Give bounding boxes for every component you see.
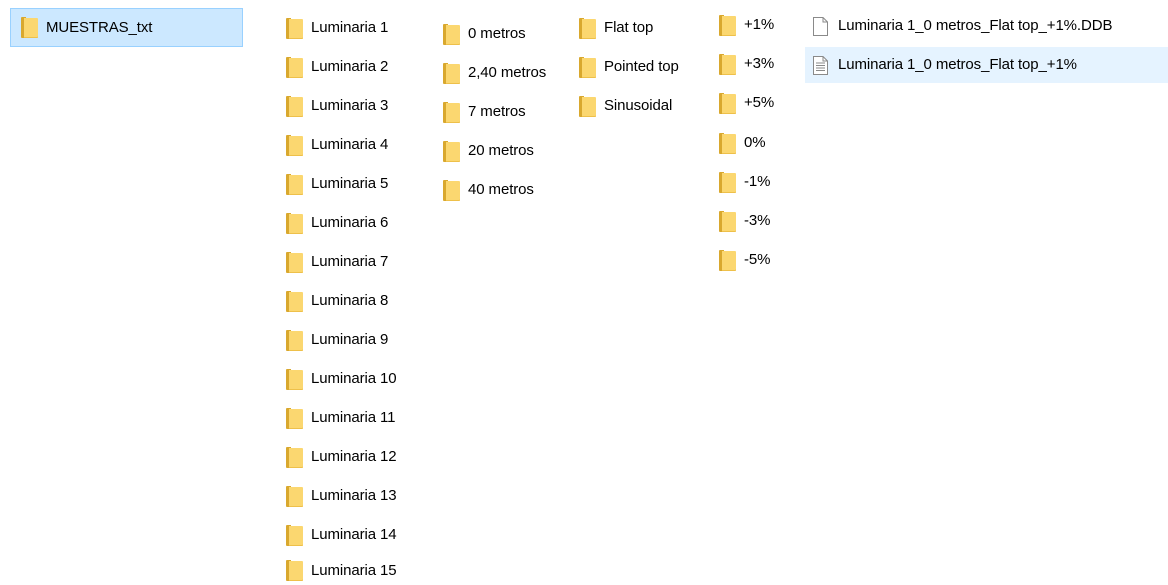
folder-icon <box>719 249 736 271</box>
folder-icon <box>719 210 736 232</box>
folder-icon <box>286 95 303 117</box>
folder-icon <box>286 56 303 78</box>
folder-icon <box>719 14 736 36</box>
folder-icon <box>286 251 303 273</box>
folder-label: Luminaria 1 <box>311 19 389 36</box>
folder-porcentaje[interactable]: +1% <box>719 7 774 43</box>
folder-label: Luminaria 2 <box>311 58 389 75</box>
folder-label: Luminaria 9 <box>311 331 389 348</box>
folder-icon <box>286 368 303 390</box>
folder-label: -5% <box>744 251 771 268</box>
folder-muestras-txt[interactable]: MUESTRAS_txt <box>10 8 243 47</box>
blank-file-icon <box>813 16 828 36</box>
file-txt[interactable]: Luminaria 1_0 metros_Flat top_+1% <box>805 47 1168 83</box>
folder-label: 0 metros <box>468 25 526 42</box>
folder-luminaria[interactable]: Luminaria 5 <box>286 166 388 202</box>
folder-label: +3% <box>744 55 775 72</box>
folder-porcentaje[interactable]: -5% <box>719 242 770 278</box>
folder-icon <box>286 212 303 234</box>
file-ddb[interactable]: Luminaria 1_0 metros_Flat top_+1%.DDB <box>805 8 1112 44</box>
folder-icon <box>443 62 460 84</box>
folder-icon <box>21 17 38 38</box>
folder-label: Pointed top <box>604 58 679 75</box>
folder-icon <box>286 173 303 195</box>
folder-label: Luminaria 11 <box>311 409 396 426</box>
folder-luminaria[interactable]: Luminaria 2 <box>286 49 388 85</box>
folder-icon <box>719 92 736 114</box>
folder-icon <box>286 134 303 156</box>
folder-icon <box>286 329 303 351</box>
folder-luminaria[interactable]: Luminaria 15 <box>286 556 397 585</box>
folder-label: 7 metros <box>468 103 526 120</box>
folder-porcentaje[interactable]: +5% <box>719 85 774 121</box>
folder-icon <box>286 446 303 468</box>
folder-icon <box>579 56 596 78</box>
folder-label: +5% <box>744 94 775 111</box>
folder-icon <box>286 560 303 581</box>
folder-distancia[interactable]: 40 metros <box>443 172 534 208</box>
folder-label: Luminaria 12 <box>311 448 397 465</box>
folder-porcentaje[interactable]: 0% <box>719 125 766 161</box>
folder-luminaria[interactable]: Luminaria 4 <box>286 127 388 163</box>
folder-label: Luminaria 13 <box>311 487 397 504</box>
folder-luminaria[interactable]: Luminaria 8 <box>286 283 388 319</box>
folder-label: Flat top <box>604 19 654 36</box>
folder-label: 0% <box>744 134 766 151</box>
folder-luminaria[interactable]: Luminaria 10 <box>286 361 397 397</box>
folder-icon <box>286 17 303 39</box>
folder-label: MUESTRAS_txt <box>46 18 153 36</box>
folder-luminaria[interactable]: Luminaria 12 <box>286 439 397 475</box>
folder-perfil[interactable]: Pointed top <box>579 49 679 85</box>
folder-label: -1% <box>744 173 771 190</box>
file-label: Luminaria 1_0 metros_Flat top_+1% <box>838 56 1077 73</box>
folder-distancia[interactable]: 20 metros <box>443 133 534 169</box>
folder-icon <box>579 17 596 39</box>
folder-luminaria[interactable]: Luminaria 7 <box>286 244 388 280</box>
folder-distancia[interactable]: 0 metros <box>443 16 526 52</box>
folder-label: 20 metros <box>468 142 534 159</box>
folder-porcentaje[interactable]: -3% <box>719 203 770 239</box>
text-file-icon <box>813 55 828 75</box>
folder-luminaria[interactable]: Luminaria 11 <box>286 400 396 436</box>
folder-label: Luminaria 4 <box>311 136 389 153</box>
folder-icon <box>719 171 736 193</box>
folder-label: Luminaria 5 <box>311 175 389 192</box>
folder-luminaria[interactable]: Luminaria 1 <box>286 10 388 46</box>
folder-perfil[interactable]: Flat top <box>579 10 653 46</box>
folder-luminaria[interactable]: Luminaria 6 <box>286 205 388 241</box>
folder-icon <box>443 23 460 45</box>
folder-luminaria[interactable]: Luminaria 9 <box>286 322 388 358</box>
folder-label: Sinusoidal <box>604 97 673 114</box>
folder-label: Luminaria 8 <box>311 292 389 309</box>
folder-label: -3% <box>744 212 771 229</box>
folder-icon <box>286 485 303 507</box>
folder-label: +1% <box>744 16 775 33</box>
folder-luminaria[interactable]: Luminaria 14 <box>286 517 397 553</box>
folder-porcentaje[interactable]: -1% <box>719 164 770 200</box>
folder-icon <box>443 140 460 162</box>
folder-label: Luminaria 6 <box>311 214 389 231</box>
folder-perfil[interactable]: Sinusoidal <box>579 88 672 124</box>
folder-label: 2,40 metros <box>468 64 547 81</box>
folder-luminaria[interactable]: Luminaria 13 <box>286 478 397 514</box>
folder-label: 40 metros <box>468 181 534 198</box>
folder-luminaria[interactable]: Luminaria 3 <box>286 88 388 124</box>
folder-porcentaje[interactable]: +3% <box>719 46 774 82</box>
folder-label: Luminaria 14 <box>311 526 397 543</box>
folder-icon <box>443 101 460 123</box>
folder-icon <box>286 524 303 546</box>
folder-distancia[interactable]: 7 metros <box>443 94 526 130</box>
folder-icon <box>286 407 303 429</box>
folder-label: Luminaria 15 <box>311 561 397 579</box>
folder-icon <box>443 179 460 201</box>
folder-icon <box>286 290 303 312</box>
folder-label: Luminaria 3 <box>311 97 389 114</box>
folder-label: Luminaria 7 <box>311 253 389 270</box>
folder-label: Luminaria 10 <box>311 370 397 387</box>
file-label: Luminaria 1_0 metros_Flat top_+1%.DDB <box>838 17 1113 34</box>
folder-icon <box>719 53 736 75</box>
folder-icon <box>579 95 596 117</box>
folder-distancia[interactable]: 2,40 metros <box>443 55 546 91</box>
folder-icon <box>719 132 736 154</box>
